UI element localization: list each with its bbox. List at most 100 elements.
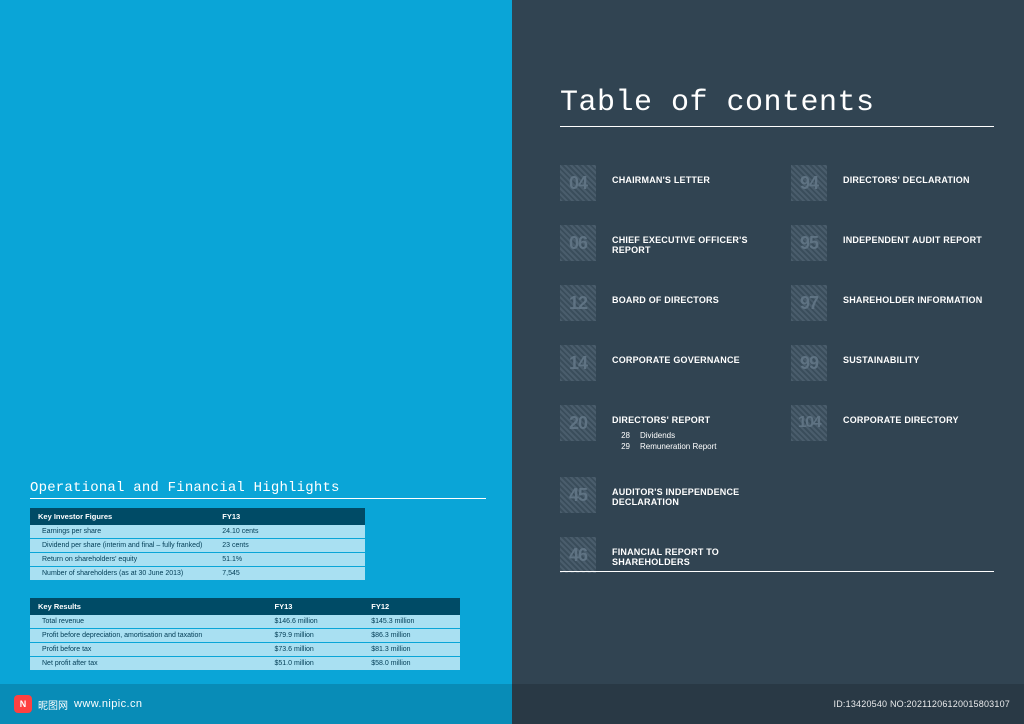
toc-columns: 04 CHAIRMAN'S LETTER 06 CHIEF EXECUTIVE OFF…: [560, 165, 994, 597]
toc-item[interactable]: 45 AUDITOR'S INDEPENDENCE DECLARATION: [560, 477, 763, 513]
toc-text: CHIEF EXECUTIVE OFFICER'S REPORT: [612, 225, 763, 255]
toc-label: CORPORATE GOVERNANCE: [612, 355, 740, 365]
toc-text: CORPORATE DIRECTORY: [843, 405, 959, 425]
toc-label: SHAREHOLDER INFORMATION: [843, 295, 982, 305]
toc-item[interactable]: 04 CHAIRMAN'S LETTER: [560, 165, 763, 201]
table-row: Dividend per share (interim and final – …: [30, 539, 365, 553]
page-number-box: 94: [791, 165, 827, 201]
logo-icon: N: [14, 695, 32, 713]
cell: $86.3 million: [363, 629, 460, 643]
cell: $146.6 million: [267, 615, 364, 629]
col-header: Key Results: [30, 598, 267, 615]
cell: $58.0 million: [363, 657, 460, 671]
cell: Total revenue: [30, 615, 267, 629]
page-number-box: 20: [560, 405, 596, 441]
cell: Number of shareholders (as at 30 June 20…: [30, 567, 214, 581]
toc-label: INDEPENDENT AUDIT REPORT: [843, 235, 982, 245]
toc-item[interactable]: 12 BOARD OF DIRECTORS: [560, 285, 763, 321]
cell: $145.3 million: [363, 615, 460, 629]
page-number-box: 12: [560, 285, 596, 321]
toc-item[interactable]: 20 DIRECTORS' REPORT 28Dividends 29 Remunera…: [560, 405, 763, 453]
toc-label: BOARD OF DIRECTORS: [612, 295, 719, 305]
toc-title: Table of contents: [560, 86, 994, 120]
toc-text: DIRECTORS' DECLARATION: [843, 165, 970, 185]
section-title: Operational and Financial Highlights: [30, 480, 486, 496]
toc-text: INDEPENDENT AUDIT REPORT: [843, 225, 982, 245]
toc-item[interactable]: 99 SUSTAINABILITY: [791, 345, 994, 381]
toc-sublist: 28Dividends 29 Remuneration Report: [612, 431, 716, 451]
cell: Net profit after tax: [30, 657, 267, 671]
right-page: Table of contents 04 CHAIRMAN'S LETTER 06 C…: [512, 0, 1024, 724]
toc-item[interactable]: 46 FINANCIAL REPORT TO SHAREHOLDERS: [560, 537, 763, 573]
toc-item[interactable]: 97 SHAREHOLDER INFORMATION: [791, 285, 994, 321]
toc-column-right: 94 DIRECTORS' DECLARATION 95 INDEPENDENT AU…: [791, 165, 994, 597]
col-header: FY13: [267, 598, 364, 615]
toc-label: CORPORATE DIRECTORY: [843, 415, 959, 425]
table-row: Earnings per share24.10 cents: [30, 525, 365, 539]
page-number-box: 95: [791, 225, 827, 261]
toc-text: FINANCIAL REPORT TO SHAREHOLDERS: [612, 537, 763, 567]
sub-page: 28: [612, 431, 630, 440]
left-page: Operational and Financial Highlights Key…: [0, 0, 512, 724]
toc-subitem[interactable]: 28Dividends: [612, 431, 716, 440]
toc-column-left: 04 CHAIRMAN'S LETTER 06 CHIEF EXECUTIVE OFF…: [560, 165, 763, 597]
table-row: Total revenue$146.6 million$145.3 millio…: [30, 615, 460, 629]
sub-label: Remuneration Report: [640, 442, 716, 451]
table-row: Return on shareholders' equity51.1%: [30, 553, 365, 567]
toc-label: DIRECTORS' DECLARATION: [843, 175, 970, 185]
horizontal-rule: [30, 498, 486, 499]
cell: Earnings per share: [30, 525, 214, 539]
toc-item[interactable]: 104 CORPORATE DIRECTORY: [791, 405, 994, 441]
horizontal-rule: [560, 571, 994, 572]
cell: $79.9 million: [267, 629, 364, 643]
brand-text: 昵图网: [38, 697, 68, 712]
page-number-box: 97: [791, 285, 827, 321]
page-number-box: 06: [560, 225, 596, 261]
table-row: Number of shareholders (as at 30 June 20…: [30, 567, 365, 581]
table-key-results: Key Results FY13 FY12 Total revenue$146.…: [30, 598, 460, 671]
watermark-brand: N 昵图网 www.nipic.cn: [14, 695, 142, 713]
table-row: Net profit after tax$51.0 million$58.0 m…: [30, 657, 460, 671]
toc-label: CHAIRMAN'S LETTER: [612, 175, 710, 185]
page-number-box: 04: [560, 165, 596, 201]
site-url: www.nipic.cn: [74, 698, 142, 710]
watermark-meta: ID:13420540 NO:20211206120015803107: [834, 699, 1010, 709]
toc-text: DIRECTORS' REPORT 28Dividends 29 Remunerati…: [612, 405, 716, 453]
toc-text: SHAREHOLDER INFORMATION: [843, 285, 982, 305]
page-number-box: 46: [560, 537, 596, 573]
watermark-footer: N 昵图网 www.nipic.cn ID:13420540 NO:202112…: [0, 684, 1024, 724]
cell: $73.6 million: [267, 643, 364, 657]
col-header: FY12: [363, 598, 460, 615]
cell: 7,545: [214, 567, 365, 581]
cell: Profit before tax: [30, 643, 267, 657]
toc-item[interactable]: 95 INDEPENDENT AUDIT REPORT: [791, 225, 994, 261]
toc-label: CHIEF EXECUTIVE OFFICER'S REPORT: [612, 235, 763, 255]
cell: 23 cents: [214, 539, 365, 553]
toc-label: AUDITOR'S INDEPENDENCE DECLARATION: [612, 487, 763, 507]
col-header: FY13: [214, 508, 365, 525]
table: Key Results FY13 FY12 Total revenue$146.…: [30, 598, 460, 671]
page-number-box: 45: [560, 477, 596, 513]
col-header: Key Investor Figures: [30, 508, 214, 525]
table: Key Investor Figures FY13 Earnings per s…: [30, 508, 365, 581]
toc-text: BOARD OF DIRECTORS: [612, 285, 719, 305]
toc-text: SUSTAINABILITY: [843, 345, 920, 365]
toc-label: DIRECTORS' REPORT: [612, 415, 716, 425]
sub-page: 29: [612, 442, 630, 451]
cell: 51.1%: [214, 553, 365, 567]
table-row: Profit before depreciation, amortisation…: [30, 629, 460, 643]
page-number-box: 99: [791, 345, 827, 381]
toc-item[interactable]: 94 DIRECTORS' DECLARATION: [791, 165, 994, 201]
cell: Profit before depreciation, amortisation…: [30, 629, 267, 643]
toc-label: FINANCIAL REPORT TO SHAREHOLDERS: [612, 547, 763, 567]
cell: $81.3 million: [363, 643, 460, 657]
page-number-box: 104: [791, 405, 827, 441]
toc-item[interactable]: 06 CHIEF EXECUTIVE OFFICER'S REPORT: [560, 225, 763, 261]
toc-text: CORPORATE GOVERNANCE: [612, 345, 740, 365]
toc-subitem[interactable]: 29 Remuneration Report: [612, 442, 716, 451]
toc-text: CHAIRMAN'S LETTER: [612, 165, 710, 185]
page-spread: Operational and Financial Highlights Key…: [0, 0, 1024, 724]
toc-item[interactable]: 14 CORPORATE GOVERNANCE: [560, 345, 763, 381]
toc-text: AUDITOR'S INDEPENDENCE DECLARATION: [612, 477, 763, 507]
page-number-box: 14: [560, 345, 596, 381]
